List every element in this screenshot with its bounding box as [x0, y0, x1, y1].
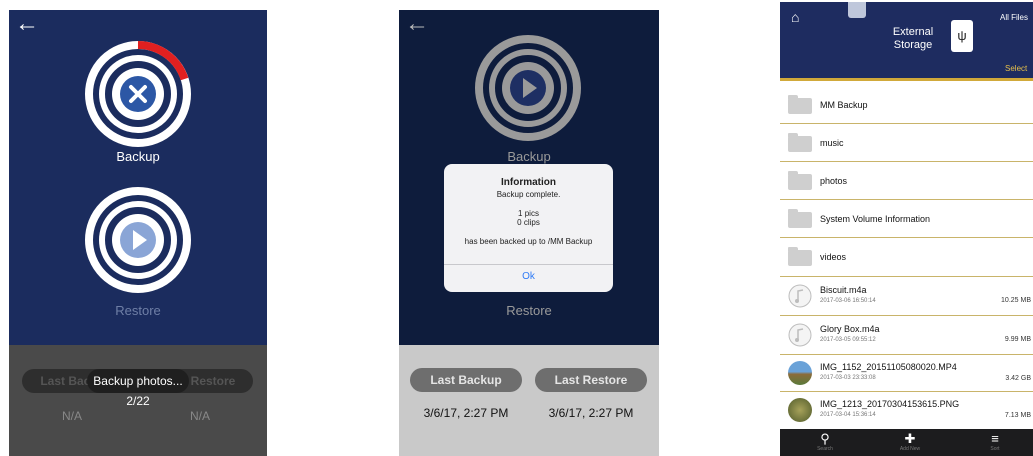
file-name: IMG_1152_20151105080020.MP4: [820, 362, 957, 372]
list-item[interactable]: IMG_1152_20151105080020.MP4 2017-03-03 2…: [780, 355, 1033, 392]
search-icon: ⚲: [820, 431, 830, 446]
backup-toast: Backup photos...: [87, 369, 189, 393]
folder-name: MM Backup: [820, 100, 868, 110]
back-arrow-icon[interactable]: ←: [15, 12, 39, 36]
bottom-panel: [399, 345, 659, 456]
restore-ring[interactable]: [85, 187, 191, 293]
list-item[interactable]: photos: [780, 162, 1033, 200]
tab-label: Search: [817, 446, 833, 452]
music-note-icon: [788, 284, 812, 308]
folder-name: videos: [820, 252, 847, 262]
video-thumbnail: [788, 361, 812, 385]
dialog-message: Backup complete.: [496, 190, 561, 199]
folder-icon: [788, 209, 812, 228]
usb-drive-icon[interactable]: ψ: [951, 20, 973, 52]
folder-icon: [788, 133, 812, 152]
dialog-title: Information: [501, 177, 556, 188]
sort-icon: ≡: [991, 431, 999, 446]
music-note-icon: [788, 323, 812, 347]
list-item[interactable]: MM Backup: [780, 87, 1033, 124]
bottom-tab-bar: ⚲ Search ✚ Add New ≡ Sort: [780, 429, 1033, 456]
home-icon[interactable]: ⌂: [791, 9, 799, 25]
folder-icon: [788, 171, 812, 190]
backup-label: Backup: [507, 149, 551, 164]
file-size: 9.99 MB: [1004, 336, 1031, 343]
list-item[interactable]: Glory Box.m4a 2017-03-05 09:55:12 9.99 M…: [780, 316, 1033, 355]
header-bar: ⌂ External Storage ψ All Files Select: [780, 2, 1033, 81]
ok-button[interactable]: Ok: [444, 271, 613, 282]
tab-label: Add New: [899, 446, 921, 452]
all-files-label[interactable]: All Files: [1000, 13, 1028, 22]
backup-progress-screen: ← Backup Restore Last Backup Last Restor…: [9, 10, 267, 456]
file-name: Biscuit.m4a: [820, 285, 867, 295]
list-item[interactable]: music: [780, 124, 1033, 162]
last-restore-date: 3/6/17, 2:27 PM: [548, 406, 634, 420]
last-restore-value: N/A: [189, 409, 210, 423]
list-item[interactable]: Biscuit.m4a 2017-03-06 16:50:14 10.25 MB: [780, 277, 1033, 316]
tablet-icon: [848, 2, 866, 18]
tab-sort[interactable]: ≡ Sort: [980, 431, 1010, 453]
information-dialog: Information Backup complete. 1 pics 0 cl…: [444, 164, 613, 292]
file-date: 2017-03-03 23:33:08: [820, 375, 876, 381]
file-size: 7.13 MB: [1004, 412, 1031, 419]
folder-name: music: [820, 138, 844, 148]
list-item[interactable]: System Volume Information: [780, 200, 1033, 238]
backup-cancel-ring[interactable]: [85, 41, 191, 147]
toast-progress: 2/22: [126, 394, 150, 408]
file-date: 2017-03-04 15:36:14: [820, 412, 876, 418]
file-size: 10.25 MB: [1001, 297, 1031, 304]
backup-label: Backup: [116, 149, 160, 164]
folder-icon: [788, 247, 812, 266]
file-date: 2017-03-05 09:55:12: [820, 337, 876, 343]
file-browser-screen: ⌂ External Storage ψ All Files Select MM…: [780, 2, 1033, 456]
last-backup-value: N/A: [61, 409, 82, 423]
last-backup-button[interactable]: Last Backup: [410, 368, 522, 392]
back-arrow-icon[interactable]: ←: [405, 12, 429, 36]
last-backup-date: 3/6/17, 2:27 PM: [423, 406, 509, 420]
header-title: External Storage: [892, 26, 934, 51]
tab-search[interactable]: ⚲ Search: [810, 431, 840, 453]
backup-complete-screen: ← Backup Information Backup complete. 1 …: [399, 10, 659, 456]
tab-add-new[interactable]: ✚ Add New: [892, 431, 928, 453]
image-thumbnail: [788, 398, 812, 422]
last-restore-button[interactable]: Last Restore: [535, 368, 647, 392]
folder-icon: [788, 95, 812, 114]
file-size: 3.42 GB: [1005, 375, 1031, 382]
file-name: Glory Box.m4a: [820, 324, 880, 334]
list-item[interactable]: videos: [780, 238, 1033, 277]
dialog-pics: 1 pics: [518, 209, 539, 218]
list-item[interactable]: IMG_1213_20170304153615.PNG 2017-03-04 1…: [780, 392, 1033, 428]
backup-ring[interactable]: [475, 35, 581, 141]
file-date: 2017-03-06 16:50:14: [820, 298, 876, 304]
restore-label: Restore: [506, 303, 552, 318]
restore-label: Restore: [115, 303, 161, 318]
dialog-clips: 0 clips: [517, 218, 540, 227]
file-name: IMG_1213_20170304153615.PNG: [820, 399, 960, 409]
folder-name: photos: [820, 176, 848, 186]
add-icon: ✚: [904, 431, 916, 446]
select-button[interactable]: Select: [1005, 64, 1027, 73]
folder-name: System Volume Information: [820, 214, 931, 224]
dialog-destination: has been backed up to /MM Backup: [464, 237, 593, 246]
tab-label: Sort: [990, 446, 1000, 452]
